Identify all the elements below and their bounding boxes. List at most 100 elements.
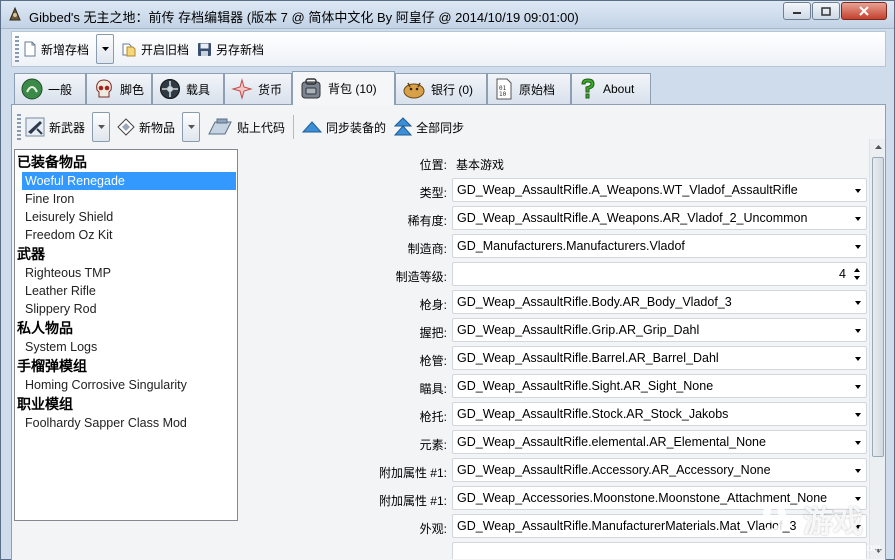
chevron-down-icon bbox=[187, 124, 195, 129]
sync-equipped-label: 同步装备的 bbox=[326, 120, 387, 135]
tree-item[interactable]: Fine Iron bbox=[22, 190, 236, 208]
tree-category[interactable]: 职业模组 bbox=[15, 394, 237, 414]
tree-item[interactable]: System Logs bbox=[22, 338, 236, 356]
element-select[interactable]: GD_Weap_AssaultRifle.elemental.AR_Elemen… bbox=[452, 430, 867, 454]
chevron-down-icon[interactable] bbox=[855, 189, 861, 193]
type-select[interactable]: GD_Weap_AssaultRifle.A_Weapons.WT_Vladof… bbox=[452, 178, 867, 202]
tree-category[interactable]: 武器 bbox=[15, 244, 237, 264]
tree-item[interactable]: Leisurely Shield bbox=[22, 208, 236, 226]
open-file-icon bbox=[122, 43, 136, 57]
stock-select[interactable]: GD_Weap_AssaultRifle.Stock.AR_Stock_Jako… bbox=[452, 402, 867, 426]
chevron-down-icon[interactable] bbox=[855, 329, 861, 333]
maximize-button[interactable] bbox=[812, 2, 840, 20]
window-title: Gibbed's 无主之地：前传 存档编辑器 (版本 7 @ 简体中文化 By … bbox=[29, 10, 579, 25]
save-new-label: 另存新档 bbox=[216, 42, 265, 57]
sync-equipped-button[interactable]: 同步装备的 bbox=[298, 113, 390, 141]
tree-item[interactable]: Leather Rifle bbox=[22, 282, 236, 300]
chevron-down-icon[interactable] bbox=[855, 413, 861, 417]
prop-type: 类型: GD_Weap_AssaultRifle.A_Weapons.WT_Vl… bbox=[240, 177, 867, 205]
tab-bank-label: 银行 (0) bbox=[431, 82, 474, 97]
tree-item[interactable]: Homing Corrosive Singularity bbox=[22, 376, 236, 394]
accessory-1-select[interactable]: GD_Weap_AssaultRifle.Accessory.AR_Access… bbox=[452, 458, 867, 482]
vehicle-icon bbox=[160, 79, 180, 99]
new-weapon-dropdown[interactable] bbox=[92, 112, 111, 142]
material-label: 外观: bbox=[419, 522, 447, 536]
new-item-button[interactable]: 新物品 bbox=[113, 113, 179, 141]
barrel-label: 枪管: bbox=[419, 354, 447, 368]
manufacturer-select[interactable]: GD_Manufacturers.Manufacturers.Vladof bbox=[452, 234, 867, 258]
save-icon bbox=[198, 42, 212, 56]
accessory-2-select[interactable]: GD_Weap_Accessories.Moonstone.Moonstone_… bbox=[452, 486, 867, 510]
new-item-dropdown[interactable] bbox=[182, 112, 201, 142]
tab-raw[interactable]: 01 10 原始档 bbox=[487, 73, 571, 104]
prop-stock: 枪托: GD_Weap_AssaultRifle.Stock.AR_Stock_… bbox=[240, 401, 867, 429]
chevron-down-icon[interactable] bbox=[855, 301, 861, 305]
backpack-icon bbox=[301, 77, 321, 98]
accessory-2-label: 附加属性 #1: bbox=[378, 494, 447, 508]
tab-about-label: About bbox=[603, 82, 635, 96]
tab-bank[interactable]: 银行 (0) bbox=[395, 73, 487, 104]
tab-character[interactable]: 脚色 bbox=[86, 73, 152, 104]
location-label: 位置: bbox=[419, 158, 447, 172]
raw-file-icon: 01 10 bbox=[496, 78, 512, 100]
tab-general[interactable]: 一般 bbox=[14, 73, 86, 104]
chevron-down-icon[interactable] bbox=[855, 469, 861, 473]
tree-category[interactable]: 私人物品 bbox=[15, 318, 237, 338]
scroll-up-arrow[interactable] bbox=[870, 139, 886, 155]
tree-item[interactable]: Freedom Oz Kit bbox=[22, 226, 236, 244]
tree-item-selected[interactable]: Woeful Renegade bbox=[22, 172, 236, 190]
sync-all-button[interactable]: 全部同步 bbox=[390, 113, 468, 141]
sight-label: 瞄具: bbox=[419, 382, 447, 396]
tab-raw-label: 原始档 bbox=[519, 82, 556, 97]
spinner-arrows-icon[interactable] bbox=[852, 265, 862, 283]
chevron-down-icon[interactable] bbox=[855, 497, 861, 501]
chevron-down-icon[interactable] bbox=[855, 245, 861, 249]
close-button[interactable] bbox=[841, 2, 887, 20]
minimize-icon bbox=[793, 12, 801, 14]
chevron-down-icon[interactable] bbox=[855, 357, 861, 361]
chevron-down-icon[interactable] bbox=[855, 525, 861, 529]
prop-barrel: 枪管: GD_Weap_AssaultRifle.Barrel.AR_Barre… bbox=[240, 345, 867, 373]
tree-category[interactable]: 已装备物品 bbox=[15, 152, 237, 172]
new-save-button[interactable]: 新增存档 bbox=[19, 35, 93, 63]
skull-icon bbox=[96, 79, 112, 98]
scroll-down-arrow[interactable] bbox=[870, 543, 886, 559]
paste-code-label: 贴上代码 bbox=[237, 120, 286, 135]
sight-select[interactable]: GD_Weap_AssaultRifle.Sight.AR_Sight_None bbox=[452, 374, 867, 398]
stock-label: 枪托: bbox=[419, 410, 447, 424]
open-old-button[interactable]: 开启旧档 bbox=[117, 35, 193, 63]
type-label: 类型: bbox=[419, 186, 447, 200]
tab-about[interactable]: About bbox=[571, 73, 651, 104]
chevron-down-icon[interactable] bbox=[855, 441, 861, 445]
chevron-down-icon[interactable] bbox=[855, 217, 861, 221]
new-weapon-button[interactable]: 新武器 bbox=[21, 113, 89, 141]
app-window: Gibbed's 无主之地：前传 存档编辑器 (版本 7 @ 简体中文化 By … bbox=[0, 0, 895, 560]
save-new-button[interactable]: 另存新档 bbox=[193, 35, 268, 63]
grip-select[interactable]: GD_Weap_AssaultRifle.Grip.AR_Grip_Dahl bbox=[452, 318, 867, 342]
new-save-dropdown[interactable] bbox=[96, 34, 115, 64]
minimize-button[interactable] bbox=[783, 2, 811, 20]
tab-backpack[interactable]: 背包 (10) bbox=[292, 71, 395, 105]
chevron-down-icon[interactable] bbox=[855, 385, 861, 389]
tree-category[interactable]: 手榴弹模组 bbox=[15, 356, 237, 376]
level-label: 制造等级: bbox=[395, 270, 447, 284]
barrel-select[interactable]: GD_Weap_AssaultRifle.Barrel.AR_Barrel_Da… bbox=[452, 346, 867, 370]
material-select[interactable]: GD_Weap_AssaultRifle.ManufacturerMateria… bbox=[452, 514, 867, 538]
rarity-select[interactable]: GD_Weap_AssaultRifle.A_Weapons.AR_Vladof… bbox=[452, 206, 867, 230]
inventory-tree[interactable]: 已装备物品 Woeful Renegade Fine Iron Leisurel… bbox=[14, 149, 238, 521]
properties-scrollbar[interactable] bbox=[869, 139, 885, 559]
tree-item[interactable]: Slippery Rod bbox=[22, 300, 236, 318]
title-bar[interactable]: Gibbed's 无主之地：前传 存档编辑器 (版本 7 @ 简体中文化 By … bbox=[1, 1, 894, 29]
tab-currency[interactable]: 货币 bbox=[224, 73, 292, 104]
tree-item[interactable]: Righteous TMP bbox=[22, 264, 236, 282]
svg-text:10: 10 bbox=[499, 91, 507, 98]
tab-vehicle[interactable]: 载具 bbox=[152, 73, 224, 104]
level-stepper[interactable]: 4 bbox=[452, 262, 867, 286]
accessory-1-value: GD_Weap_AssaultRifle.Accessory.AR_Access… bbox=[457, 463, 771, 477]
scroll-thumb[interactable] bbox=[872, 157, 884, 457]
general-icon bbox=[21, 78, 43, 100]
body-select[interactable]: GD_Weap_AssaultRifle.Body.AR_Body_Vladof… bbox=[452, 290, 867, 314]
tree-item[interactable]: Foolhardy Sapper Class Mod bbox=[22, 414, 236, 432]
paste-code-button[interactable]: 贴上代码 bbox=[203, 113, 289, 141]
partial-select[interactable] bbox=[452, 542, 867, 559]
